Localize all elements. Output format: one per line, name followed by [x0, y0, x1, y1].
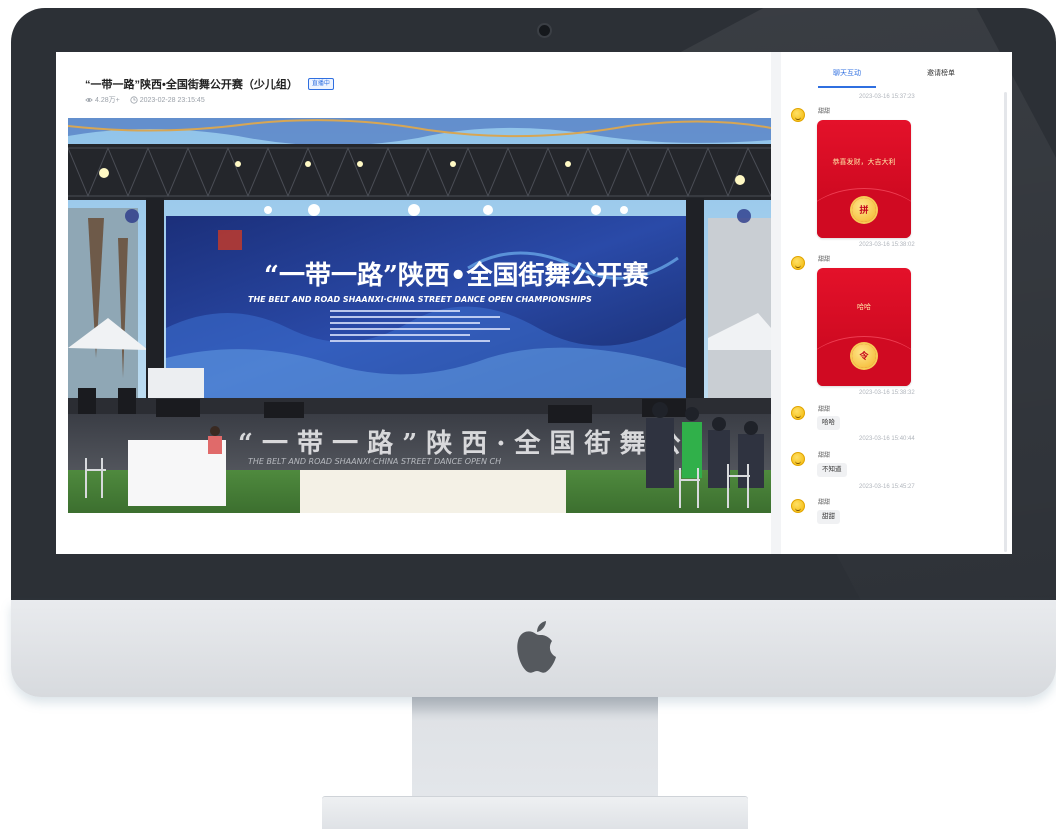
- clock-icon: [130, 96, 138, 104]
- view-count-text: 4.28万+: [95, 97, 120, 104]
- message-timestamp: 2023-03-16 15:38:02: [859, 242, 915, 248]
- red-packet-card[interactable]: 恭喜发财，大吉大利 拼: [817, 120, 911, 238]
- message-timestamp: 2023-03-16 15:37:23: [859, 94, 915, 100]
- start-time: 2023-02-28 23:15:45: [130, 96, 205, 104]
- title-row: “一带一路”陕西•全国街舞公开赛（少儿组） 直播中: [85, 76, 334, 92]
- eye-icon: [85, 98, 93, 102]
- page-title: “一带一路”陕西•全国街舞公开赛（少儿组）: [85, 79, 298, 91]
- apple-logo-icon: [517, 621, 556, 673]
- red-packet-coin-icon: 令: [852, 344, 876, 368]
- monitor-stand-shadow: [412, 697, 658, 721]
- meta-row: 4.28万+ 2023-02-28 23:15:45: [85, 95, 205, 105]
- chat-bubble: 甜甜: [817, 510, 840, 524]
- red-packet-card[interactable]: 哈哈 令: [817, 268, 911, 386]
- stage-floor-subtitle: THE BELT AND ROAD SHAANXI·CHINA STREET D…: [248, 457, 501, 466]
- avatar: [791, 406, 805, 420]
- message-timestamp: 2023-03-16 15:38:32: [859, 390, 915, 396]
- red-packet-message: 恭喜发财，大吉大利: [832, 159, 896, 166]
- camera-icon: [537, 23, 552, 38]
- tab-invite-ranking[interactable]: 邀请榜单: [927, 68, 955, 78]
- live-status-badge: 直播中: [307, 78, 334, 90]
- screen-banner-subtitle: THE BELT AND ROAD SHAANXI·CHINA STREET D…: [248, 295, 592, 304]
- screen: “一带一路”陕西•全国街舞公开赛（少儿组） 直播中 4.28万+ 2023-02…: [56, 52, 1012, 554]
- imac-mockup: “一带一路”陕西•全国街舞公开赛（少儿组） 直播中 4.28万+ 2023-02…: [0, 0, 1056, 829]
- message-username: 甜甜: [818, 109, 831, 115]
- tab-chat-interaction[interactable]: 聊天互动: [833, 68, 861, 78]
- screen-banner-title: “一带一路”陕西•全国街舞公开赛: [264, 260, 650, 291]
- live-main-panel: “一带一路”陕西•全国街舞公开赛（少儿组） 直播中 4.28万+ 2023-02…: [56, 52, 771, 554]
- avatar: [791, 108, 805, 122]
- message-timestamp: 2023-03-16 15:45:27: [859, 484, 915, 490]
- red-packet-message: 哈哈: [857, 304, 871, 311]
- red-packet-coin-icon: 拼: [852, 198, 876, 222]
- message-timestamp: 2023-03-16 15:40:44: [859, 436, 915, 442]
- message-username: 甜甜: [818, 500, 831, 506]
- message-username: 甜甜: [818, 257, 831, 263]
- chat-tabs: 聊天互动 邀请榜单: [781, 62, 1012, 88]
- monitor-stand-foot: [322, 797, 748, 829]
- chat-bubble: 不知道: [817, 463, 847, 477]
- chat-message-list[interactable]: 2023-03-16 15:37:23 甜甜 恭喜发财，大吉大利 拼 2023-…: [781, 88, 1012, 554]
- avatar: [791, 256, 805, 270]
- avatar: [791, 499, 805, 513]
- message-username: 甜甜: [818, 407, 831, 413]
- start-time-text: 2023-02-28 23:15:45: [139, 96, 205, 104]
- stage-floor-title: “ 一 带 一 路 ” 陕 西 · 全 国 街 舞 公: [238, 428, 681, 459]
- video-player[interactable]: “一带一路”陕西•全国街舞公开赛 THE BELT AND ROAD SHAAN…: [68, 118, 771, 513]
- avatar: [791, 452, 805, 466]
- view-count: 4.28万+: [85, 95, 120, 105]
- stage-scene: “一带一路”陕西•全国街舞公开赛 THE BELT AND ROAD SHAAN…: [68, 118, 771, 513]
- message-username: 甜甜: [818, 453, 831, 459]
- chat-bubble: 哈哈: [817, 416, 840, 430]
- chat-panel: 聊天互动 邀请榜单 2023-03-16 15:37:23 甜甜 恭喜发财，大吉…: [781, 52, 1012, 554]
- chat-scrollbar[interactable]: [1004, 92, 1007, 552]
